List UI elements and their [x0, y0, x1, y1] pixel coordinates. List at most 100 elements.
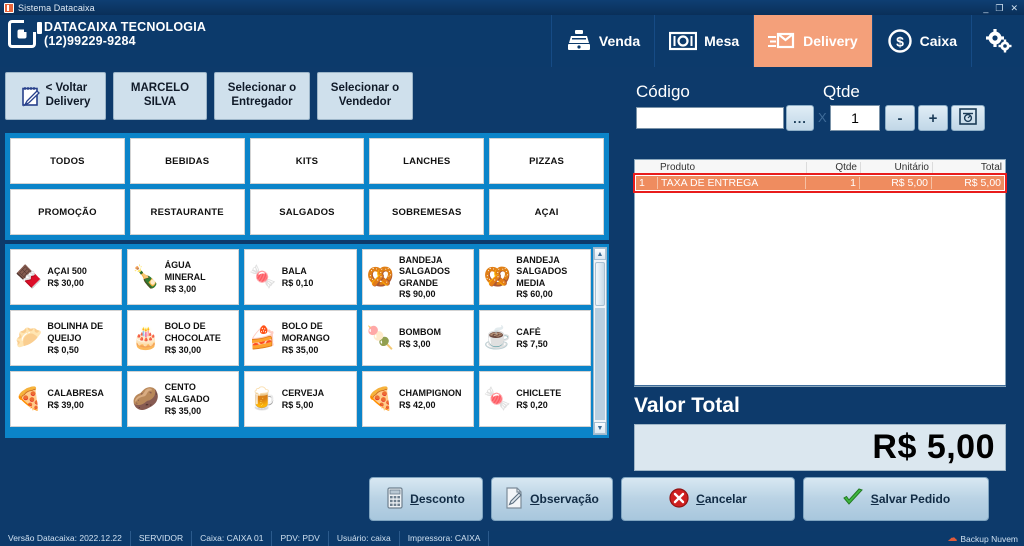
product-price: R$ 42,00	[399, 399, 436, 410]
product-card[interactable]: 🍡 BOMBOM R$ 3,00	[361, 310, 474, 366]
scale-icon	[959, 107, 977, 129]
category-button[interactable]: TODOS	[10, 138, 125, 184]
scroll-up-icon[interactable]: ▲	[594, 248, 606, 260]
order-toolbar: < Voltar Delivery MARCELO SILVA Selecion…	[5, 72, 413, 120]
close-button[interactable]: ✕	[1010, 3, 1018, 13]
product-scrollbar[interactable]: ▲ ▼	[593, 247, 607, 435]
main-nav: Venda Mesa Delivery $ Caixa	[550, 15, 1024, 67]
right-panel: Código ... X Qtde - + Produto Qtde Un	[614, 67, 1024, 525]
category-button[interactable]: BEBIDAS	[129, 138, 245, 184]
dining-table-icon	[669, 30, 698, 52]
product-name: BOMBOM	[399, 327, 441, 338]
category-button[interactable]: AÇAI	[489, 189, 604, 235]
product-card[interactable]: ☕ CAFÉ R$ 7,50	[478, 310, 591, 366]
desconto-rest: esconto	[418, 492, 465, 506]
minimize-button[interactable]: _	[983, 3, 988, 13]
product-card[interactable]: 🥨 BANDEJA SALGADOS GRANDE R$ 90,00	[361, 249, 474, 305]
category-button[interactable]: SALGADOS	[249, 189, 365, 235]
qtde-decrement-button[interactable]: -	[885, 105, 915, 131]
product-grid: 🍫 AÇAI 500 R$ 30,00 🍾 ÁGUA MINERAL R$ 3,00 🍬 BAL…	[5, 244, 609, 432]
product-card[interactable]: 🎂 BOLO DE CHOCOLATE R$ 30,00	[127, 310, 240, 366]
title-bar: Sistema Datacaixa _ ❐ ✕	[0, 0, 1024, 15]
category-button[interactable]: RESTAURANTE	[129, 189, 245, 235]
cell-unitario: R$ 5,00	[860, 177, 932, 189]
product-name: BALA	[281, 266, 307, 277]
codigo-input[interactable]	[636, 107, 784, 129]
product-name: BOLINHA DE QUEIJO	[47, 321, 104, 343]
qtde-input[interactable]	[830, 105, 880, 131]
product-card[interactable]: 🥔 CENTO SALGADO R$ 35,00	[127, 371, 240, 427]
product-image-icon: 🎂	[132, 325, 160, 350]
nav-item-caixa[interactable]: $ Caixa	[871, 15, 971, 67]
qtde-label: Qtde	[823, 82, 860, 101]
category-button[interactable]: LANCHES	[369, 138, 485, 184]
product-name: BANDEJA SALGADOS GRANDE	[399, 254, 451, 288]
product-card[interactable]: 🍺 CERVEJA R$ 5,00	[244, 371, 357, 427]
status-version: Versão Datacaixa: 2022.12.22	[0, 531, 131, 546]
product-price: R$ 35,00	[164, 405, 202, 416]
back-to-delivery-button[interactable]: < Voltar Delivery	[5, 72, 106, 120]
product-card[interactable]: 🍕 CALABRESA R$ 39,00	[10, 371, 123, 427]
salvar-pedido-button[interactable]: Salvar Pedido	[803, 477, 989, 521]
category-button[interactable]: SOBREMESAS	[369, 189, 485, 235]
table-row[interactable]: 1 TAXA DE ENTREGA 1 R$ 5,00 R$ 5,00	[633, 173, 1007, 193]
desconto-button[interactable]: Desconto	[369, 477, 483, 521]
salvar-label: Salvar Pedido	[870, 492, 951, 506]
product-image-icon: 🍡	[366, 325, 394, 350]
product-name: CENTO SALGADO	[164, 382, 210, 404]
backup-status[interactable]: ☁ Backup Nuvem	[947, 533, 1024, 544]
gears-icon	[984, 28, 1012, 54]
qtde-increment-button[interactable]: +	[918, 105, 948, 131]
settings-button[interactable]	[971, 15, 1024, 67]
nav-item-delivery[interactable]: Delivery	[753, 15, 872, 67]
cancelar-label: Cancelar	[696, 492, 747, 506]
select-deliverer-button[interactable]: Selecionar o Entregador	[214, 72, 310, 120]
product-card[interactable]: 🍫 AÇAI 500 R$ 30,00	[10, 249, 123, 305]
product-card[interactable]: 🍰 BOLO DE MORANGO R$ 35,00	[244, 310, 357, 366]
category-grid: TODOS BEBIDAS KITS LANCHES PIZZAS PROMOÇÃO RES…	[5, 133, 609, 240]
product-card[interactable]: 🍬 BALA R$ 0,10	[244, 249, 357, 305]
nav-label-venda: Venda	[598, 33, 641, 49]
nav-item-venda[interactable]: Venda	[550, 15, 654, 67]
category-panel: TODOS BEBIDAS KITS LANCHES PIZZAS PROMOÇÃO RES…	[5, 133, 609, 240]
maximize-button[interactable]: ❐	[995, 3, 1003, 13]
product-card[interactable]: 🥨 BANDEJA SALGADOS MEDIA R$ 60,00	[478, 249, 591, 305]
observacao-button[interactable]: Observação	[491, 477, 613, 521]
app-icon	[4, 2, 14, 13]
product-image-icon: 🥔	[132, 386, 160, 411]
product-image-icon: 🍕	[366, 386, 394, 411]
category-button[interactable]: PROMOÇÃO	[10, 189, 125, 235]
product-card[interactable]: 🍾 ÁGUA MINERAL R$ 3,00	[127, 249, 240, 305]
customer-button[interactable]: MARCELO SILVA	[113, 72, 207, 120]
product-name: CHAMPIGNON	[399, 388, 462, 399]
backup-label: Backup Nuvem	[960, 533, 1018, 544]
status-pdv: PDV: PDV	[272, 531, 329, 546]
scale-button[interactable]	[951, 105, 985, 131]
scroll-down-icon[interactable]: ▼	[594, 422, 606, 434]
window-controls: _ ❐ ✕	[983, 3, 1024, 13]
order-items-grid[interactable]: Produto Qtde Unitário Total 1 TAXA DE ENT…	[633, 159, 1007, 387]
salvar-rest: alvar Pedido	[878, 492, 951, 506]
cancelar-button[interactable]: Cancelar	[621, 477, 795, 521]
category-button[interactable]: KITS	[249, 138, 365, 184]
nav-label-mesa: Mesa	[704, 33, 740, 49]
product-card[interactable]: 🥟 BOLINHA DE QUEIJO R$ 0,50	[10, 310, 123, 366]
application-window: Sistema Datacaixa _ ❐ ✕ DATACAIXA TECNOL…	[0, 0, 1024, 546]
nav-item-mesa[interactable]: Mesa	[654, 15, 753, 67]
product-name: BOLO DE MORANGO	[281, 321, 330, 343]
product-card[interactable]: 🍬 CHICLETE R$ 0,20	[478, 371, 591, 427]
product-price: R$ 0,50	[47, 344, 79, 355]
browse-product-button[interactable]: ...	[786, 105, 814, 131]
product-price: R$ 5,00	[281, 399, 314, 410]
cash-register-icon	[566, 29, 592, 53]
product-card[interactable]: 🍕 CHAMPIGNON R$ 42,00	[361, 371, 474, 427]
product-image-icon: 🍰	[249, 325, 277, 350]
scroll-thumb[interactable]	[595, 262, 605, 306]
col-header-unitario: Unitário	[861, 161, 933, 173]
window-title: Sistema Datacaixa	[18, 2, 95, 13]
left-panel: < Voltar Delivery MARCELO SILVA Selecion…	[0, 67, 614, 525]
status-impressora: Impressora: CAIXA	[400, 531, 490, 546]
category-button[interactable]: PIZZAS	[489, 138, 604, 184]
select-seller-button[interactable]: Selecionar o Vendedor	[317, 72, 413, 120]
product-price: R$ 90,00	[399, 289, 436, 300]
